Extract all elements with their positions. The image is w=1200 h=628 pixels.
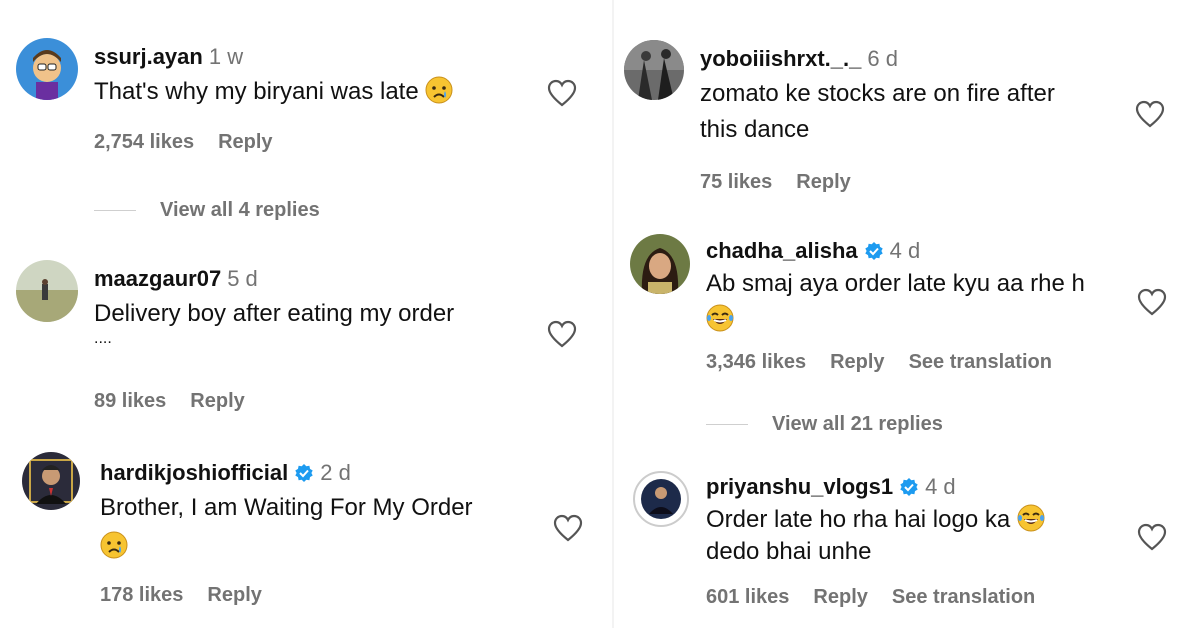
view-replies-button[interactable]: View all 4 replies <box>94 198 320 222</box>
reply-button[interactable]: Reply <box>207 584 261 606</box>
see-translation-button[interactable]: See translation <box>909 351 1052 373</box>
comment-header: priyanshu_vlogs1 4 d <box>706 474 956 500</box>
avatar[interactable] <box>22 452 80 510</box>
like-heart-icon[interactable] <box>546 78 578 108</box>
comment-text: That's why my biryani was late <box>94 74 453 110</box>
verified-badge-icon <box>295 464 313 482</box>
like-heart-icon[interactable] <box>552 513 584 543</box>
reply-button[interactable]: Reply <box>813 586 867 608</box>
likes-count[interactable]: 601 likes <box>706 586 789 608</box>
verified-badge-icon <box>900 478 918 496</box>
comment-header: yoboiiishrxt._._ 6 d <box>700 46 898 72</box>
avatar[interactable] <box>630 234 690 294</box>
comment-text-line: Ab smaj aya order late kyu aa rhe h <box>706 270 1085 297</box>
comment-meta: 178 likes Reply <box>100 583 286 607</box>
avatar[interactable] <box>624 40 684 100</box>
comment-meta: 601 likes Reply See translation <box>706 585 1059 609</box>
comment-meta: 89 likes Reply <box>94 389 269 413</box>
comment-meta: 3,346 likes Reply See translation <box>706 350 1076 374</box>
likes-count[interactable]: 75 likes <box>700 171 772 193</box>
timestamp[interactable]: 6 d <box>867 46 898 71</box>
crying-face-icon <box>425 76 453 104</box>
tears-of-joy-icon <box>706 304 734 332</box>
username[interactable]: priyanshu_vlogs1 <box>706 474 893 499</box>
replies-line <box>94 210 136 212</box>
comment-text-line: this dance <box>700 116 810 143</box>
comment-header: ssurj.ayan 1 w <box>94 44 243 70</box>
timestamp[interactable]: 4 d <box>890 238 921 263</box>
username[interactable]: maazgaur07 <box>94 266 221 291</box>
tears-of-joy-icon <box>1017 504 1045 532</box>
comment-header: hardikjoshiofficial 2 d <box>100 460 351 486</box>
like-heart-icon[interactable] <box>1134 99 1166 129</box>
timestamp[interactable]: 4 d <box>925 474 956 499</box>
comments-column-right: yoboiiishrxt._._ 6 d zomato ke stocks are… <box>600 0 1200 628</box>
avatar[interactable] <box>16 38 78 100</box>
timestamp[interactable]: 5 d <box>227 266 258 291</box>
reply-button[interactable]: Reply <box>190 390 244 412</box>
see-translation-button[interactable]: See translation <box>892 586 1035 608</box>
view-replies-button[interactable]: View all 21 replies <box>706 412 943 436</box>
likes-count[interactable]: 3,346 likes <box>706 351 806 373</box>
likes-count[interactable]: 2,754 likes <box>94 131 194 153</box>
reply-button[interactable]: Reply <box>218 131 272 153</box>
username[interactable]: yoboiiishrxt._._ <box>700 46 861 71</box>
comment-header: maazgaur07 5 d <box>94 266 258 292</box>
avatar[interactable] <box>632 470 690 528</box>
comment-text-line: .... <box>94 330 112 347</box>
likes-count[interactable]: 178 likes <box>100 584 183 606</box>
comment-text-line: zomato ke stocks are on fire after <box>700 80 1055 107</box>
comment-text-line: That's why my biryani was late <box>94 78 419 105</box>
verified-badge-icon <box>864 242 883 260</box>
crying-face-icon <box>100 531 128 559</box>
username[interactable]: hardikjoshiofficial <box>100 460 288 485</box>
avatar[interactable] <box>16 260 78 322</box>
reply-button[interactable]: Reply <box>830 351 884 373</box>
comment-text-line: Brother, I am Waiting For My Order <box>100 494 473 521</box>
replies-line <box>706 424 748 426</box>
comment-text: Order late ho rha hai logo ka <box>706 502 1045 538</box>
likes-count[interactable]: 89 likes <box>94 390 166 412</box>
like-heart-icon[interactable] <box>1136 287 1168 317</box>
reply-button[interactable]: Reply <box>796 171 850 193</box>
like-heart-icon[interactable] <box>1136 522 1168 552</box>
comments-column-left: ssurj.ayan 1 w That's why my biryani was … <box>0 0 600 628</box>
view-replies-label: View all 21 replies <box>772 413 943 435</box>
view-replies-label: View all 4 replies <box>160 199 320 221</box>
comment-meta: 2,754 likes Reply <box>94 130 297 154</box>
comment-text-line: Delivery boy after eating my order <box>94 300 455 327</box>
timestamp[interactable]: 1 w <box>209 44 243 69</box>
comment-meta: 75 likes Reply <box>700 170 875 194</box>
username[interactable]: ssurj.ayan <box>94 44 203 69</box>
comment-header: chadha_alisha 4 d <box>706 238 920 264</box>
like-heart-icon[interactable] <box>546 319 578 349</box>
timestamp[interactable]: 2 d <box>320 460 351 485</box>
comment-text-line: dedo bhai unhe <box>706 538 872 565</box>
username[interactable]: chadha_alisha <box>706 238 858 263</box>
comment-text-line: Order late ho rha hai logo ka <box>706 506 1011 533</box>
